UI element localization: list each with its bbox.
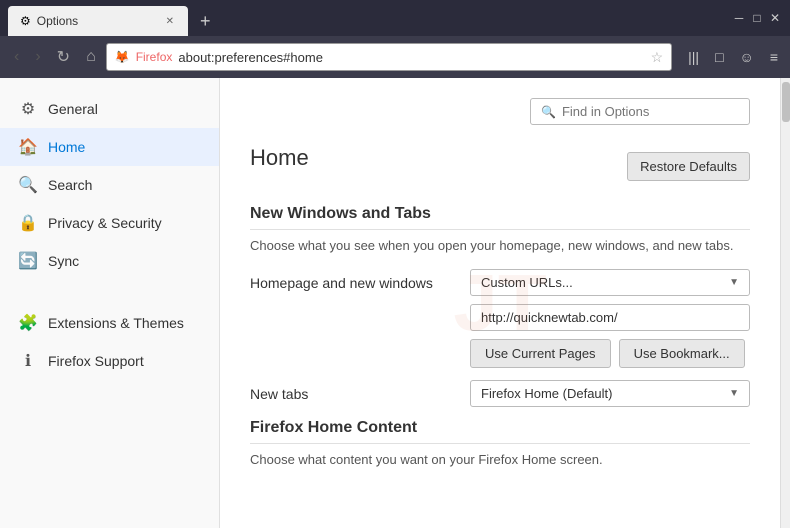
bookmark-star-icon[interactable]: ☆: [651, 49, 664, 66]
sidebar-item-extensions[interactable]: 🧩 Extensions & Themes: [0, 304, 219, 342]
find-in-options-input[interactable]: 🔍: [530, 98, 750, 125]
window-controls: ─ □ ✕: [732, 11, 782, 25]
use-current-pages-button[interactable]: Use Current Pages: [470, 339, 611, 368]
page-content: ⚙ General 🏠 Home 🔍 Search 🔒 Privacy & Se…: [0, 78, 790, 528]
sidebar-label-privacy: Privacy & Security: [48, 215, 162, 231]
nav-bar: ‹ › ↻ ⌂ 🦊 Firefox about:preferences#home…: [0, 36, 790, 78]
homepage-row: Homepage and new windows Custom URLs... …: [250, 269, 750, 368]
profile-icon[interactable]: ☺: [736, 45, 758, 69]
sidebar-item-privacy[interactable]: 🔒 Privacy & Security: [0, 204, 219, 242]
address-favicon: 🦊: [115, 50, 130, 64]
restore-defaults-button[interactable]: Restore Defaults: [627, 152, 750, 181]
homepage-label: Homepage and new windows: [250, 269, 470, 291]
use-bookmark-button[interactable]: Use Bookmark...: [619, 339, 745, 368]
homepage-url-input[interactable]: [470, 304, 750, 331]
sidebar-label-support: Firefox Support: [48, 353, 144, 369]
sidebar-label-extensions: Extensions & Themes: [48, 315, 184, 331]
back-button[interactable]: ‹: [8, 44, 25, 70]
minimize-button[interactable]: ─: [732, 11, 746, 25]
homepage-dropdown[interactable]: Custom URLs... ▼: [470, 269, 750, 296]
toolbar-icons: ||| □ ☺ ≡: [676, 45, 782, 69]
section-new-windows-tabs: New Windows and Tabs Choose what you see…: [250, 205, 750, 407]
sidebar-label-general: General: [48, 101, 98, 117]
address-text: about:preferences#home: [178, 50, 644, 65]
homepage-button-row: Use Current Pages Use Bookmark...: [470, 339, 750, 368]
maximize-button[interactable]: □: [750, 11, 764, 25]
general-icon: ⚙: [18, 99, 38, 119]
sidebar-label-search: Search: [48, 177, 92, 193]
tab-close-button[interactable]: ✕: [164, 14, 176, 29]
address-brand: Firefox: [136, 50, 173, 64]
synced-tabs-icon[interactable]: □: [711, 45, 727, 69]
homepage-dropdown-text: Custom URLs...: [481, 275, 573, 290]
close-window-button[interactable]: ✕: [768, 11, 782, 25]
find-search-icon: 🔍: [541, 105, 556, 119]
homepage-dropdown-arrow-icon: ▼: [729, 277, 739, 288]
newtabs-row: New tabs Firefox Home (Default) ▼: [250, 380, 750, 407]
newtabs-dropdown-arrow-icon: ▼: [729, 388, 739, 399]
address-bar[interactable]: 🦊 Firefox about:preferences#home ☆: [106, 43, 672, 71]
find-text-field[interactable]: [562, 104, 739, 119]
forward-button[interactable]: ›: [29, 44, 46, 70]
sidebar-item-general[interactable]: ⚙ General: [0, 90, 219, 128]
newtabs-controls: Firefox Home (Default) ▼: [470, 380, 750, 407]
extensions-icon: 🧩: [18, 313, 38, 333]
scrollbar-thumb[interactable]: [782, 82, 790, 122]
title-bar: ⚙ Options ✕ + ─ □ ✕: [0, 0, 790, 36]
newtabs-label: New tabs: [250, 380, 470, 402]
sidebar-label-home: Home: [48, 139, 85, 155]
newtabs-dropdown-text: Firefox Home (Default): [481, 386, 612, 401]
tab-title: Options: [37, 14, 158, 28]
tab-favicon: ⚙: [20, 14, 31, 28]
section-title-new-windows: New Windows and Tabs: [250, 205, 750, 230]
sidebar-item-support[interactable]: ℹ Firefox Support: [0, 342, 219, 380]
sync-icon: 🔄: [18, 251, 38, 271]
bookmarks-icon[interactable]: |||: [684, 45, 703, 69]
active-tab[interactable]: ⚙ Options ✕: [8, 6, 188, 36]
browser-window: ⚙ Options ✕ + ─ □ ✕ ‹ › ↻ ⌂ 🦊 Firefox ab…: [0, 0, 790, 528]
page-title: Home: [250, 145, 309, 171]
menu-icon[interactable]: ≡: [766, 45, 782, 69]
tab-bar: ⚙ Options ✕ +: [8, 0, 724, 36]
search-sidebar-icon: 🔍: [18, 175, 38, 195]
home-icon: 🏠: [18, 137, 38, 157]
sidebar-item-home[interactable]: 🏠 Home: [0, 128, 219, 166]
section-desc-new-windows: Choose what you see when you open your h…: [250, 238, 750, 253]
sidebar-item-sync[interactable]: 🔄 Sync: [0, 242, 219, 280]
scrollbar[interactable]: [780, 78, 790, 528]
newtabs-dropdown[interactable]: Firefox Home (Default) ▼: [470, 380, 750, 407]
new-tab-button[interactable]: +: [192, 7, 219, 36]
homepage-controls: Custom URLs... ▼ Use Current Pages Use B…: [470, 269, 750, 368]
main-area: JT 🔍 Home Restore Defaults New Windows a…: [220, 78, 780, 528]
section-firefox-home-content: Firefox Home Content Choose what content…: [250, 419, 750, 467]
sidebar-item-search[interactable]: 🔍 Search: [0, 166, 219, 204]
sidebar-label-sync: Sync: [48, 253, 79, 269]
section-desc-home-content: Choose what content you want on your Fir…: [250, 452, 750, 467]
home-button[interactable]: ⌂: [80, 44, 102, 70]
support-icon: ℹ: [18, 351, 38, 371]
sidebar: ⚙ General 🏠 Home 🔍 Search 🔒 Privacy & Se…: [0, 78, 220, 528]
lock-icon: 🔒: [18, 213, 38, 233]
section-title-home-content: Firefox Home Content: [250, 419, 750, 444]
find-options-container: 🔍: [250, 98, 750, 125]
refresh-button[interactable]: ↻: [51, 43, 76, 71]
